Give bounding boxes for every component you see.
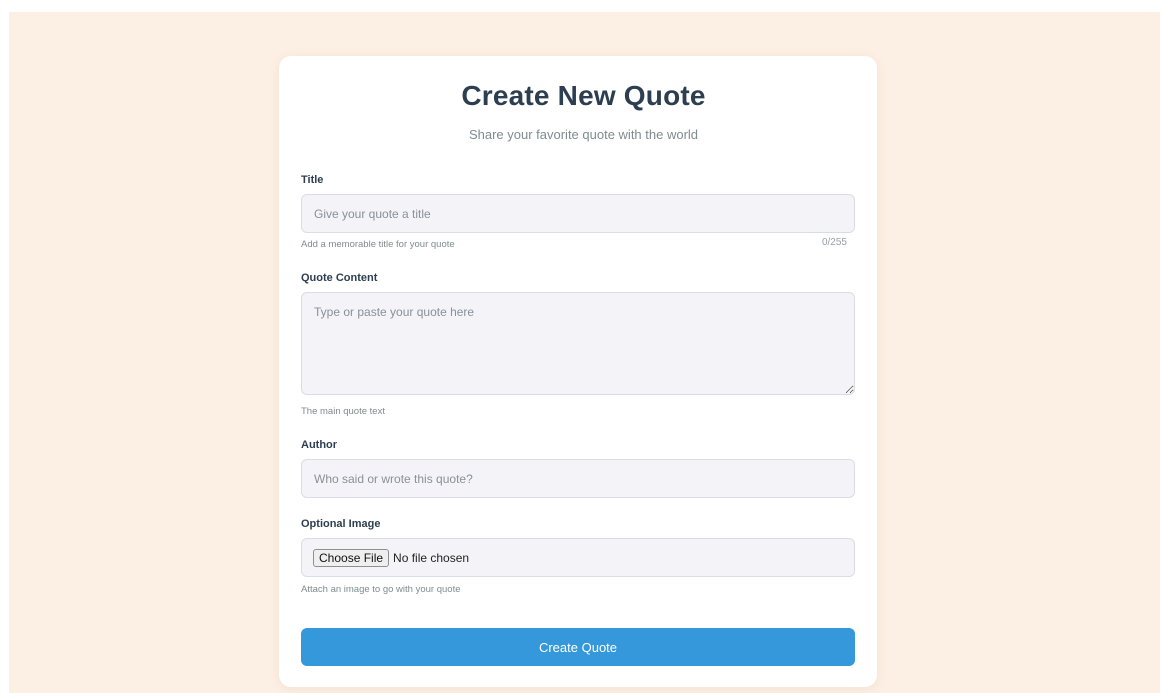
title-input[interactable]	[301, 194, 855, 233]
quote-content-label: Quote Content	[301, 272, 378, 284]
page-title: Create New Quote	[461, 80, 706, 111]
create-quote-button[interactable]: Create Quote	[301, 628, 855, 666]
optional-image-label: Optional Image	[301, 518, 381, 530]
author-label: Author	[301, 439, 338, 451]
title-label: Title	[301, 174, 324, 186]
optional-image-hint: Attach an image to go with your quote	[301, 584, 461, 595]
choose-file-button[interactable]: Choose File	[313, 548, 390, 567]
quote-content-textarea[interactable]	[301, 292, 855, 395]
title-char-counter: 0/255	[821, 237, 847, 248]
author-input[interactable]	[301, 459, 855, 498]
image-file-input[interactable]: Choose File No file chosen	[301, 538, 855, 577]
title-hint: Add a memorable title for your quote	[301, 239, 455, 250]
file-status-text: No file chosen	[393, 550, 470, 565]
page-subtitle: Share your favorite quote with the world	[468, 127, 699, 142]
quote-content-hint: The main quote text	[301, 406, 385, 417]
